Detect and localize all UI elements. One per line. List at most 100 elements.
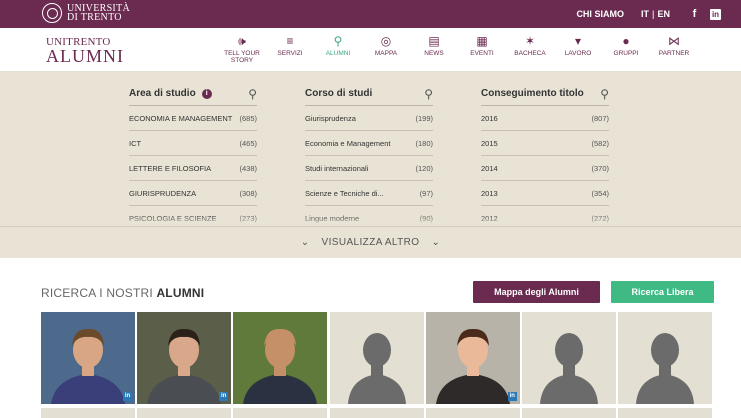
filter-option-count: (438) bbox=[239, 163, 257, 173]
lang-en-link[interactable]: EN bbox=[654, 9, 673, 19]
calendar-icon: ▦ bbox=[476, 34, 488, 48]
university-logo[interactable]: UNIVERSITÀ DI TRENTO bbox=[42, 3, 130, 23]
filter-option[interactable]: 2014 (370) bbox=[481, 156, 609, 181]
alumni-card[interactable] bbox=[329, 408, 424, 418]
filter-option[interactable]: Studi internazionali (120) bbox=[305, 156, 433, 181]
filter-option[interactable]: ICT (465) bbox=[129, 131, 257, 156]
unitrento-alumni-logo[interactable]: UNITRENTO ALUMNI bbox=[46, 37, 124, 66]
nav-item-servizi[interactable]: ≡ SERVIZI bbox=[266, 32, 314, 64]
linkedin-icon[interactable]: in bbox=[123, 392, 132, 401]
nav-item-bacheca[interactable]: ✶ BACHECA bbox=[506, 32, 554, 64]
show-more-button[interactable]: ⌄ VISUALIZZA ALTRO ⌄ bbox=[0, 226, 741, 258]
free-search-button[interactable]: Ricerca Libera bbox=[611, 281, 714, 303]
filter-title-area: Area di studio i bbox=[129, 88, 212, 99]
filter-option-count: (807) bbox=[591, 113, 609, 123]
filter-option-label: Giurisprudenza bbox=[305, 113, 356, 123]
filter-option-count: (370) bbox=[591, 163, 609, 173]
alumni-card[interactable] bbox=[522, 312, 616, 404]
alumni-map-button[interactable]: Mappa degli Alumni bbox=[473, 281, 600, 303]
lang-it-link[interactable]: IT bbox=[638, 9, 652, 19]
alumni-card[interactable]: in bbox=[137, 312, 232, 404]
filter-option-count: (180) bbox=[415, 138, 433, 148]
alumni-card[interactable] bbox=[618, 408, 713, 418]
filter-option[interactable]: 2015 (582) bbox=[481, 131, 609, 156]
nav-item-label: LAVORO bbox=[564, 50, 592, 57]
alumni-card[interactable]: in bbox=[425, 312, 520, 404]
nav-item-label: SERVIZI bbox=[277, 50, 303, 57]
section-title: RICERCA I NOSTRI ALUMNI bbox=[41, 286, 205, 300]
filter-option-count: (685) bbox=[239, 113, 257, 123]
nav-item-tell-your-story[interactable]: 🕪 TELL YOUR STORY bbox=[218, 32, 266, 64]
alumni-card[interactable] bbox=[233, 408, 328, 418]
filter-option-label: Studi internazionali bbox=[305, 163, 369, 173]
nav-item-label: EVENTI bbox=[470, 50, 494, 57]
main-header: UNITRENTO ALUMNI 🕪 TELL YOUR STORY ≡ SERVIZ… bbox=[0, 28, 741, 72]
filter-option-count: (465) bbox=[239, 138, 257, 148]
nav-item-label: GRUPPI bbox=[613, 50, 639, 57]
filter-option[interactable]: ECONOMIA E MANAGEMENT (685) bbox=[129, 106, 257, 131]
alumni-photo bbox=[425, 312, 520, 404]
nav-item-label: BACHECA bbox=[514, 50, 546, 57]
alumni-card[interactable] bbox=[233, 312, 328, 404]
filter-option-count: (582) bbox=[591, 138, 609, 148]
nav-item-eventi[interactable]: ▦ EVENTI bbox=[458, 32, 506, 64]
tie-icon: ▾ bbox=[574, 34, 582, 48]
chevron-down-icon: ⌄ bbox=[431, 237, 441, 248]
group-icon: ● bbox=[622, 34, 630, 48]
filter-column-corso: Corso di studi ⚲ Giurisprudenza (199) Econ… bbox=[305, 82, 433, 231]
nav-item-label: NEWS bbox=[424, 50, 444, 57]
alumni-card[interactable] bbox=[425, 408, 520, 418]
alumni-card[interactable] bbox=[41, 408, 135, 418]
alumni-card[interactable] bbox=[522, 408, 616, 418]
filter-option-count: (199) bbox=[415, 113, 433, 123]
filter-option[interactable]: 2016 (807) bbox=[481, 106, 609, 131]
avatar-placeholder-icon bbox=[522, 312, 616, 404]
nav-item-news[interactable]: ▤ NEWS bbox=[410, 32, 458, 64]
nav-item-label: PARTNER bbox=[658, 50, 690, 57]
linkedin-icon[interactable]: in bbox=[507, 392, 517, 401]
alumni-card[interactable]: in bbox=[41, 312, 135, 404]
megaphone-icon: 🕪 bbox=[238, 34, 246, 48]
chi-siamo-link[interactable]: CHI SIAMO bbox=[576, 9, 624, 19]
alumni-photo bbox=[233, 312, 328, 404]
pin-icon: ✶ bbox=[524, 34, 536, 48]
top-bar: UNIVERSITÀ DI TRENTO CHI SIAMO IT | EN f… bbox=[0, 0, 741, 28]
filter-option-count: (120) bbox=[415, 163, 433, 173]
filter-option-count: (308) bbox=[239, 188, 257, 198]
filter-option-count: (97) bbox=[419, 188, 433, 198]
filter-column-anno: Conseguimento titolo ⚲ 2016 (807) 2015 (582… bbox=[481, 82, 609, 231]
nav-item-gruppi[interactable]: ● GRUPPI bbox=[602, 32, 650, 64]
alumni-card[interactable] bbox=[618, 312, 713, 404]
filter-option[interactable]: Economia e Management (180) bbox=[305, 131, 433, 156]
linkedin-icon[interactable]: in bbox=[710, 8, 721, 20]
nav-item-alumni[interactable]: ⚲ ALUMNI bbox=[314, 32, 362, 64]
info-icon[interactable]: i bbox=[201, 89, 212, 99]
filter-option[interactable]: LETTERE E FILOSOFIA (438) bbox=[129, 156, 257, 181]
filter-title-anno: Conseguimento titolo bbox=[481, 88, 584, 99]
alumni-card[interactable] bbox=[329, 312, 424, 404]
search-icon[interactable]: ⚲ bbox=[248, 87, 257, 101]
filter-panel: Area di studio i ⚲ ECONOMIA E MANAGEMENT (… bbox=[0, 72, 741, 258]
main-nav: 🕪 TELL YOUR STORY ≡ SERVIZI ⚲ ALUMNI ◎ MAPPA ▤ NE… bbox=[218, 32, 698, 64]
university-name-line2: DI TRENTO bbox=[67, 12, 122, 23]
facebook-icon[interactable]: f bbox=[689, 8, 700, 20]
search-icon[interactable]: ⚲ bbox=[424, 87, 433, 101]
nav-item-lavoro[interactable]: ▾ LAVORO bbox=[554, 32, 602, 64]
filter-option[interactable]: GIURISPRUDENZA (308) bbox=[129, 181, 257, 206]
nav-item-mappa[interactable]: ◎ MAPPA bbox=[362, 32, 410, 64]
filter-option[interactable]: Giurisprudenza (199) bbox=[305, 106, 433, 131]
linkedin-icon[interactable]: in bbox=[219, 392, 229, 401]
filter-option[interactable]: 2013 (354) bbox=[481, 181, 609, 206]
search-icon: ⚲ bbox=[333, 34, 343, 48]
nav-item-partner[interactable]: ⋈ PARTNER bbox=[650, 32, 698, 64]
alumni-photo bbox=[41, 312, 135, 404]
filter-option-label: ICT bbox=[129, 138, 142, 148]
filter-option-label: 2015 bbox=[481, 138, 498, 148]
search-icon[interactable]: ⚲ bbox=[600, 87, 609, 101]
filter-option-label: Scienze e Tecniche di... bbox=[305, 188, 384, 198]
university-seal-icon bbox=[42, 3, 62, 23]
filter-option[interactable]: Scienze e Tecniche di... (97) bbox=[305, 181, 433, 206]
avatar-placeholder-icon bbox=[329, 312, 424, 404]
alumni-card[interactable] bbox=[137, 408, 232, 418]
nav-item-label: ALUMNI bbox=[325, 50, 351, 57]
